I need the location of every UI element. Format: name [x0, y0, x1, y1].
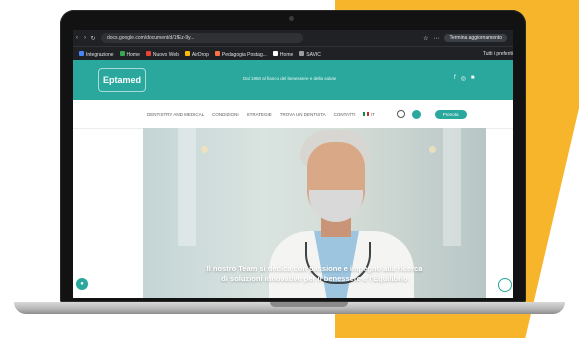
background-lamp	[429, 146, 436, 153]
cta-button[interactable]: Prenota	[434, 109, 467, 119]
background-window	[443, 128, 461, 246]
hero-headline: Il nostro Team si dedica con passione e …	[143, 264, 486, 284]
laptop-notch	[270, 302, 348, 307]
bookmark-item[interactable]: Home	[119, 50, 140, 58]
background-lamp	[201, 146, 208, 153]
forward-icon[interactable]: ›	[81, 35, 89, 41]
bookmarks-bar: Integrazione Home Nuovo Web AirDrop Peda…	[73, 46, 513, 61]
hero-banner: Il nostro Team si dedica con passione e …	[143, 128, 486, 298]
chat-bubble-icon[interactable]: ●	[76, 278, 88, 290]
hero-line: di soluzioni innovative per il benessere…	[221, 274, 408, 283]
facebook-icon[interactable]: f	[454, 75, 456, 82]
menu-item[interactable]: DENTISTRY AND MEDICAL	[147, 112, 204, 117]
bookmark-item[interactable]: Pedagogia Postag...	[214, 50, 267, 58]
linkedin-icon[interactable]: ■	[471, 75, 475, 82]
site-header: Eptamed Dal 1960 al fianco del benessere…	[73, 60, 513, 100]
star-icon[interactable]: ☆	[423, 35, 428, 42]
laptop: ‹ › ↻ docs.google.com/document/d/1fEz-9y…	[60, 10, 526, 302]
bookmark-item[interactable]: Home	[272, 50, 293, 58]
language-selector[interactable]: IT	[363, 111, 375, 117]
bookmark-item[interactable]: Tutti i preferiti	[483, 51, 513, 57]
back-icon[interactable]: ‹	[73, 35, 81, 41]
bookmark-item[interactable]: SAVIC	[299, 50, 321, 58]
social-links: f ◎ ■	[454, 75, 475, 82]
bookmark-item[interactable]: Integrazione	[79, 50, 114, 58]
instagram-icon[interactable]: ◎	[461, 75, 466, 82]
laptop-base	[14, 302, 565, 314]
search-icon[interactable]	[396, 110, 405, 118]
doctor-beard	[309, 190, 363, 222]
browser-toolbar: ‹ › ↻ docs.google.com/document/d/1fEz-9y…	[73, 30, 513, 46]
user-icon[interactable]	[411, 109, 421, 119]
camera-icon	[289, 16, 294, 21]
extension-icon[interactable]: ⋯	[433, 35, 439, 42]
reload-icon[interactable]: ↻	[89, 35, 97, 42]
hero-line: Il nostro Team si dedica con passione e …	[206, 264, 423, 273]
menu-item[interactable]: CONTATTI	[334, 112, 356, 117]
bookmark-item[interactable]: Nuovo Web	[145, 50, 179, 58]
background-window	[178, 128, 196, 246]
menu-item[interactable]: CONDIZIONI	[212, 112, 239, 117]
menu-item[interactable]: STRATEGIE	[247, 112, 272, 117]
bookmark-item[interactable]: AirDrop	[184, 50, 209, 58]
address-bar[interactable]: docs.google.com/document/d/1fEz-9y...	[101, 33, 303, 43]
update-button[interactable]: Termina aggiornamento	[444, 34, 507, 42]
site-tagline: Dal 1960 al fianco del benessere e della…	[243, 76, 337, 81]
laptop-screen: ‹ › ↻ docs.google.com/document/d/1fEz-9y…	[73, 30, 513, 298]
site-logo[interactable]: Eptamed	[98, 68, 146, 92]
menu-item[interactable]: TROVA UN DENTISTA	[280, 112, 326, 117]
help-icon[interactable]	[498, 278, 512, 292]
main-menu: DENTISTRY AND MEDICAL CONDIZIONI STRATEG…	[73, 100, 513, 129]
